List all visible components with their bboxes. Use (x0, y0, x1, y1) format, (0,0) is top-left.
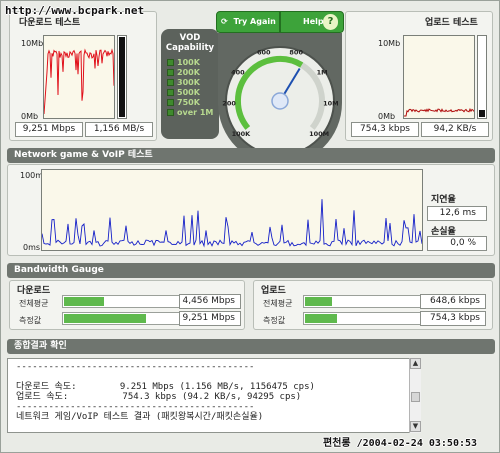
vod-title-line2: Capability (165, 43, 215, 53)
upload-graph-line (404, 107, 475, 117)
vod-level-100k: 100K (167, 57, 219, 67)
summary-line: ----------------------------------------… (16, 402, 255, 412)
download-average-fill (64, 297, 104, 306)
site-watermark: http://www.bcpark.net (5, 4, 145, 17)
upload-title: 업로드 테스트 (425, 18, 478, 28)
speedtest-window: 다운로드 테스트 10Mb 0Mb 9,251 Mbps 1,156 MB/s … (0, 0, 500, 453)
gauge-tick-label: 400 (231, 68, 245, 76)
vod-indicator (167, 108, 174, 116)
vod-indicator (167, 88, 174, 96)
upload-graph (403, 35, 475, 119)
upload-level-fill (479, 110, 485, 117)
gauge-tick-label: 600 (257, 49, 271, 57)
upload-kbps-readout: 754,3 kbps (351, 122, 419, 137)
vod-title-line1: VOD (179, 33, 201, 43)
latency-value: 12,6 ms (427, 206, 487, 221)
latency-label: 지연율 (431, 195, 456, 205)
gauge-tick-label: 10M (323, 100, 339, 108)
help-icon: ? (323, 14, 338, 30)
upload-measured-bar (303, 312, 421, 325)
network-graph (41, 169, 423, 251)
download-mbps-readout: 9,251 Mbps (15, 122, 83, 137)
download-mbs-readout: 1,156 MB/s (85, 122, 153, 137)
upload-average-label: 전체평균 (263, 299, 293, 308)
upload-level-bar (477, 35, 487, 119)
network-section-header: Network game & VoIP 테스트 (7, 148, 495, 163)
bandwidth-download-title: 다운로드 (17, 286, 51, 296)
download-level-bar (117, 35, 127, 119)
scroll-up-button[interactable]: ▲ (410, 358, 421, 369)
download-measured-label: 측정값 (19, 316, 42, 325)
network-scale-bottom: 0ms (23, 243, 41, 252)
gauge-tick-label: 100K (232, 130, 252, 138)
download-scale-bottom: 0Mb (21, 112, 39, 121)
download-average-value: 4,456 Mbps (179, 294, 241, 309)
download-average-label: 전체평균 (19, 299, 49, 308)
vod-level-over-1m: over 1M (167, 107, 219, 117)
refresh-icon: ⟳ (221, 17, 228, 26)
summary-line: 네트워크 게임/VoIP 테스트 결과 (패킷왕복시간/패킷손실율) (16, 412, 264, 422)
vod-level-200k: 200K (167, 67, 219, 77)
gauge-tick-label: 1M (317, 68, 328, 76)
upload-measured-value: 754,3 kbps (420, 311, 486, 326)
timestamp-stamp: 편천롱 /2004-02-24 03:50:53 (323, 438, 478, 449)
download-measured-fill (64, 314, 146, 323)
upload-average-value: 648,6 kbps (420, 294, 486, 309)
upload-average-bar (303, 295, 421, 308)
summary-line: 업로드 속도: 754.3 kbps (94.2 KB/s, 94295 cps… (16, 392, 302, 402)
bandwidth-upload-title: 업로드 (261, 286, 286, 296)
upload-scale-bottom: 0Mb (378, 112, 396, 121)
upload-measured-label: 측정값 (263, 316, 286, 325)
upload-kbs-readout: 94,2 KB/s (421, 122, 489, 137)
vod-level-750k: 750K (167, 97, 219, 107)
gauge-tick-label: 800 (289, 49, 303, 57)
gauge-tick-label: 100M (309, 130, 329, 138)
download-measured-value: 9,251 Mbps (179, 311, 241, 326)
summary-line: 다운로드 속도: 9.251 Mbps (1.156 MB/s, 1156475… (16, 382, 315, 392)
download-graph-line (43, 48, 115, 115)
download-average-bar (62, 295, 180, 308)
summary-section-header: 종합결과 확인 (7, 339, 495, 354)
summary-line: ----------------------------------------… (16, 362, 255, 372)
help-button[interactable]: Help ? (280, 11, 344, 33)
vod-indicator (167, 68, 174, 76)
try-again-button[interactable]: ⟳ Try Again (216, 11, 280, 33)
scroll-down-button[interactable]: ▼ (410, 421, 421, 432)
bandwidth-section-header: Bandwidth Gauge (7, 263, 495, 278)
gauge-tick-label: 200 (222, 100, 236, 108)
download-level-fill (119, 37, 125, 117)
speed-gauge: ⟳ Try Again Help ? 100K 200 400 600 800 1M 10M… (216, 11, 344, 159)
vod-capability-panel: VOD Capability 100K 200K 300K 500K 750K … (161, 29, 219, 139)
vod-level-500k: 500K (167, 87, 219, 97)
summary-line (16, 372, 410, 382)
download-scale-top: 10Mb (21, 39, 44, 48)
vod-indicator (167, 58, 174, 66)
network-graph-line (41, 199, 423, 248)
upload-measured-fill (305, 314, 337, 323)
download-graph (43, 35, 115, 119)
gauge-hub (271, 92, 289, 110)
download-measured-bar (62, 312, 180, 325)
upload-average-fill (305, 297, 332, 306)
upload-scale-top: 10Mb (378, 39, 401, 48)
scroll-thumb[interactable] (411, 392, 420, 402)
summary-scrollbar[interactable]: ▲ ▼ (409, 358, 421, 433)
summary-text-area[interactable]: ----------------------------------------… (7, 358, 419, 433)
vod-level-300k: 300K (167, 77, 219, 87)
vod-indicator (167, 78, 174, 86)
gauge-dial: 100K 200 400 600 800 1M 10M 100M (218, 33, 342, 159)
vod-indicator (167, 98, 174, 106)
loss-value: 0,0 % (427, 236, 487, 251)
